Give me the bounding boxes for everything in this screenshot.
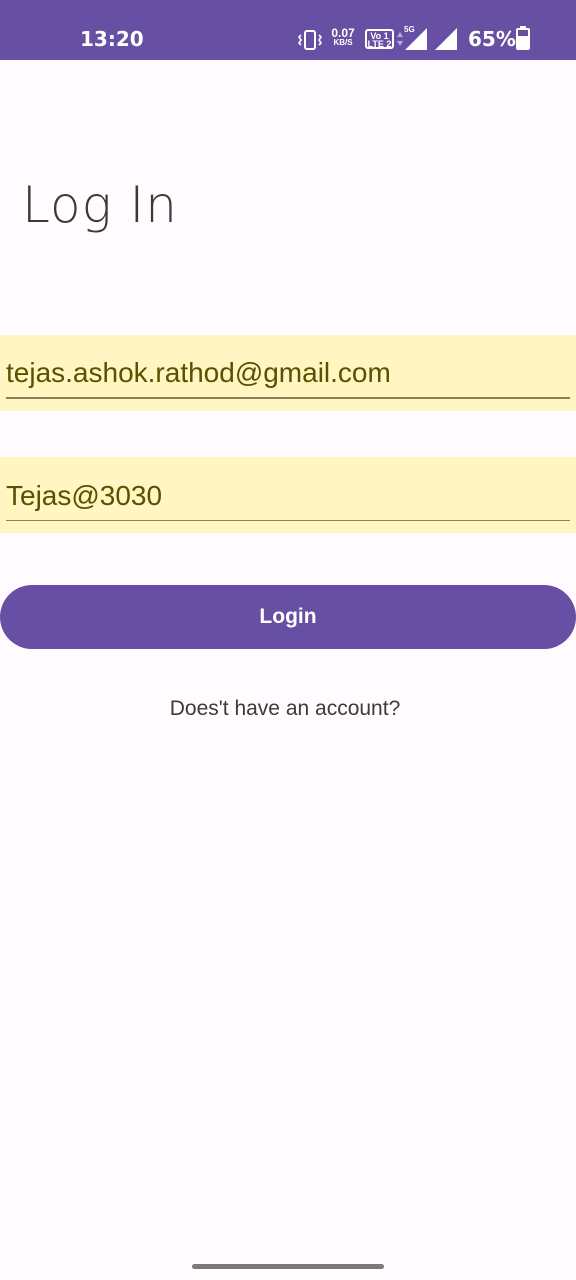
volte-bottom-label: LTE 2 [367, 39, 392, 49]
page-title: Log In [22, 176, 178, 234]
network-speed-unit: KB/S [333, 38, 353, 47]
login-button[interactable]: Login [0, 585, 576, 649]
status-time: 13:20 [80, 27, 144, 51]
password-field-container [0, 457, 576, 533]
password-field[interactable] [6, 465, 570, 521]
email-field[interactable] [6, 343, 570, 399]
signup-link[interactable]: Does't have an account? [0, 697, 570, 721]
signal-5g-icon: 5G [403, 25, 429, 50]
battery-percent: 65% [468, 27, 516, 51]
home-indicator[interactable] [192, 1264, 384, 1269]
volte-icon: Vo 1 LTE 2 [365, 29, 394, 49]
vibrate-icon [298, 30, 322, 50]
email-field-container [0, 335, 576, 411]
network-type-label: 5G [404, 25, 415, 34]
status-bar: 13:20 0.07 KB/S Vo 1 LTE 2 5G 65% [0, 0, 576, 60]
battery-icon [516, 26, 530, 50]
network-speed: 0.07 KB/S [329, 27, 357, 47]
signal-icon [435, 28, 457, 50]
